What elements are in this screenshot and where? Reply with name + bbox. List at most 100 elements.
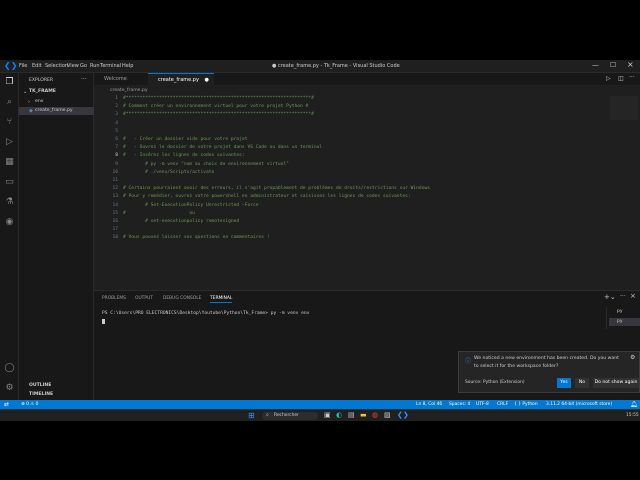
terminal-shell-selected-row [609, 318, 640, 326]
yes-button[interactable]: Yes [557, 378, 571, 388]
python-icon[interactable]: ◉ [4, 217, 15, 228]
more-actions-icon[interactable]: ··· [620, 293, 626, 300]
code-line[interactable]: # set-executionpolicy remotesigned [123, 219, 239, 224]
line-number: 11 [112, 178, 118, 183]
vscode-taskbar-icon[interactable]: ❮❯ [397, 411, 409, 419]
notifications-icon[interactable]: 🔔︎ [630, 401, 638, 408]
explorer-icon[interactable]: ❐ [4, 77, 15, 88]
line-number: 3 [115, 112, 118, 118]
task-view-icon[interactable]: ▣ [324, 411, 331, 419]
line-number: 12 [112, 186, 118, 192]
maximize-icon[interactable]: ☐ [610, 61, 616, 69]
line-ending[interactable]: CRLF [497, 402, 508, 407]
chevron-right-icon[interactable]: › [28, 99, 30, 105]
testing-icon[interactable]: ⚗ [4, 197, 15, 208]
terminal-line[interactable]: PS C:\Users\PRO ELECTRONICS\Desktop\Yout… [102, 311, 309, 316]
menu-run[interactable]: Run [90, 63, 100, 69]
tab-terminal[interactable]: TERMINAL [210, 296, 233, 303]
tab-label: Welcome [104, 76, 127, 82]
outline-section[interactable]: OUTLINE [29, 383, 51, 388]
tab-create-frame[interactable]: create_frame.py ● [148, 73, 214, 85]
language-mode[interactable]: { } Python [514, 402, 538, 407]
line-number: 13 [112, 194, 118, 200]
workspace-root[interactable]: TK_FRAME [29, 89, 56, 94]
line-number: 10 [112, 169, 118, 175]
taskbar-search[interactable]: ⌕ Rechercher [262, 412, 318, 420]
line-number: 9 [115, 161, 118, 167]
code-line[interactable]: # - Créer un dossier vide pour votre pro… [123, 137, 247, 142]
split-editor-icon[interactable]: ◫ [618, 75, 624, 82]
python-file-icon: ◆ [29, 108, 33, 114]
edge-icon[interactable]: ◐ [336, 411, 342, 419]
code-line[interactable]: # Vous pouvez laisser vos questions en c… [123, 235, 270, 240]
code-line[interactable]: # - Ouvrez le dossier de votre projet da… [123, 145, 322, 150]
menu-selection[interactable]: Selection [45, 63, 68, 69]
unsaved-dot-icon[interactable]: ● [205, 77, 209, 83]
code-line[interactable]: #***************************************… [123, 112, 314, 117]
dont-show-button[interactable]: Do not show again [593, 378, 639, 388]
explorer-header: EXPLORER [29, 78, 54, 83]
settings-icon[interactable]: ⚙ [630, 354, 635, 361]
menu-go[interactable]: Go [80, 63, 87, 69]
remote-explorer-icon[interactable]: ▭ [4, 177, 15, 188]
line-number: 4 [115, 120, 118, 126]
code-line[interactable]: # Comment créer un environnement virtuel… [123, 104, 308, 109]
menu-view[interactable]: View [67, 63, 79, 69]
timeline-section[interactable]: TIMELINE [29, 392, 53, 397]
source-control-icon[interactable]: ⑂ [4, 117, 15, 128]
gear-icon[interactable]: ⚙ [4, 383, 15, 394]
menu-help[interactable]: Help [122, 63, 133, 69]
vscode-logo-icon: ❮❯ [4, 61, 18, 70]
tab-debug-console[interactable]: DEBUG CONSOLE [163, 296, 201, 301]
code-line[interactable]: # Certains pourraient avoir des erreurs,… [123, 186, 430, 191]
minimize-icon[interactable]: — [592, 61, 599, 69]
terminal-shell-item[interactable]: py [617, 309, 623, 314]
account-icon[interactable]: ◯ [4, 363, 15, 374]
code-line[interactable]: # py -m venv "nom au choix de environnem… [123, 162, 289, 167]
menu-file[interactable]: File [19, 63, 27, 69]
search-icon[interactable]: ⌕ [4, 97, 15, 108]
extensions-icon[interactable]: ▦ [4, 157, 15, 168]
file-create-frame[interactable]: create_frame.py [35, 108, 73, 113]
indentation[interactable]: Spaces: 4 [449, 402, 470, 407]
activity-bar: ❐ ⌕ ⑂ ▷ ▦ ▭ ⚗ ◉ ◯ ⚙ [0, 73, 19, 400]
remote-icon[interactable]: ⇄ [4, 401, 9, 408]
chrome-icon[interactable]: ◍ [372, 411, 378, 419]
code-editor[interactable]: 1 #**************************************… [94, 96, 634, 246]
run-debug-icon[interactable]: ▷ [4, 137, 15, 148]
windows-start-icon[interactable]: ⊞ [248, 411, 255, 420]
status-bar: ⇄ ⊗ 0 ⚠ 0 Ln 8, Col 46 Spaces: 4 UTF-8 C… [0, 400, 640, 409]
close-panel-icon[interactable]: × [630, 292, 636, 300]
no-button[interactable]: No [575, 378, 589, 388]
folder-env[interactable]: env [35, 99, 43, 104]
problems-status[interactable]: ⊗ 0 ⚠ 0 [21, 402, 38, 407]
breadcrumb[interactable]: create_frame.py [110, 88, 148, 93]
tab-output[interactable]: OUTPUT [135, 296, 153, 301]
cursor-position[interactable]: Ln 8, Col 46 [416, 402, 442, 407]
run-icon[interactable]: ▷ [606, 75, 611, 82]
code-line[interactable]: # ./venv/Scripts/activate [123, 170, 214, 175]
code-line[interactable]: # Set-ExecutionPolicy Unrestricted -Forc… [123, 203, 258, 208]
store-icon[interactable]: ▤ [348, 411, 355, 419]
terminal-shell-item[interactable]: py [617, 319, 623, 324]
clock[interactable]: 15:55 [626, 413, 639, 418]
more-actions-icon[interactable]: ··· [629, 74, 635, 81]
code-line[interactable]: # Pour y remédier, ouvrez votre powershe… [123, 194, 411, 199]
taskbar-search-label: Rechercher [274, 413, 299, 418]
code-line[interactable]: #***************************************… [123, 96, 314, 101]
code-line[interactable]: # - Insérez les lignes de codes suivante… [123, 153, 245, 158]
python-interpreter[interactable]: 3.11.2 64-bit (microsoft store) [546, 402, 612, 407]
chevron-down-icon[interactable]: ⌄ [23, 89, 27, 95]
new-terminal-icon[interactable]: +⌄ [604, 293, 616, 301]
code-line[interactable]: # ou [123, 211, 195, 216]
close-icon[interactable]: × [627, 60, 634, 69]
photos-icon[interactable]: ▨ [384, 411, 391, 419]
tab-welcome[interactable]: Welcome [94, 73, 146, 85]
menu-edit[interactable]: Edit [32, 63, 42, 69]
file-explorer-icon[interactable]: ▬ [360, 411, 367, 419]
tab-problems[interactable]: PROBLEMS [102, 296, 126, 301]
line-number: 6 [115, 137, 118, 142]
more-actions-icon[interactable]: ··· [81, 76, 87, 83]
encoding[interactable]: UTF-8 [476, 402, 489, 407]
menu-terminal[interactable]: Terminal [100, 63, 121, 69]
